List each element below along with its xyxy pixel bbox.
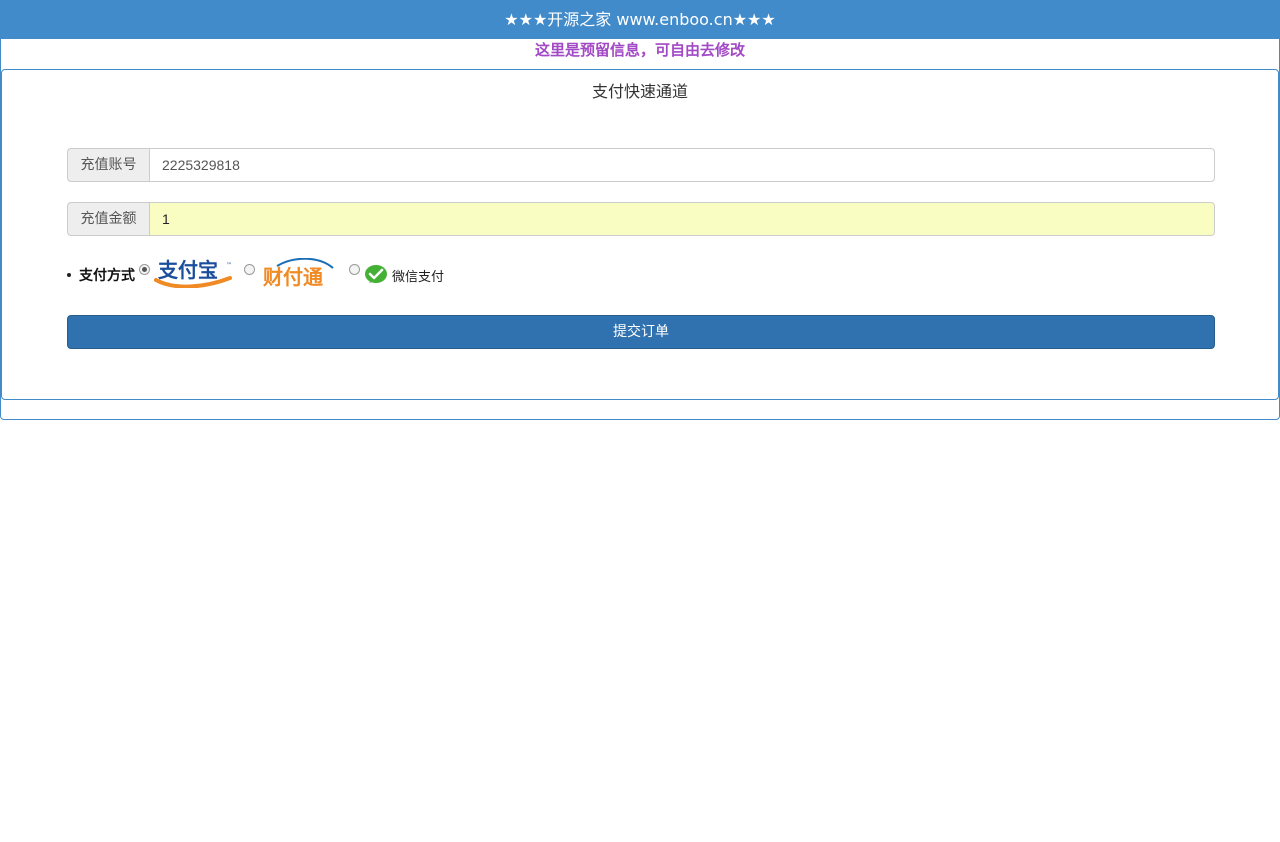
account-input[interactable] — [149, 148, 1215, 182]
alipay-logo[interactable]: 支付宝 ™ — [154, 258, 234, 292]
payment-method-label: 支付方式 — [79, 268, 135, 284]
svg-text:™: ™ — [226, 262, 232, 269]
tenpay-logo-icon: 财付通 — [263, 257, 334, 289]
wechat-pay-label: 微信支付 — [392, 269, 445, 285]
tenpay-logo-text: 财付通 — [263, 265, 323, 288]
wechat-pay-option[interactable]: 微信支付 — [364, 264, 444, 286]
account-label: 充值账号 — [67, 148, 149, 182]
alipay-radio[interactable] — [139, 264, 150, 275]
notice-message: 这里是预留信息，可自由去修改 — [534, 41, 745, 59]
tenpay-logo[interactable]: 财付通 — [259, 257, 339, 292]
account-input-group: 充值账号 — [67, 148, 1215, 182]
tenpay-radio[interactable] — [244, 264, 255, 275]
alipay-logo-icon: 支付宝 ™ — [154, 258, 232, 289]
amount-input[interactable] — [149, 202, 1215, 236]
amount-input-group: 充值金额 — [67, 202, 1215, 236]
list-bullet — [67, 273, 71, 277]
amount-label: 充值金额 — [67, 202, 149, 236]
wechat-pay-icon — [365, 265, 387, 283]
wechat-radio[interactable] — [349, 264, 360, 275]
alipay-logo-text: 支付宝 — [158, 258, 218, 282]
top-banner: ★★★开源之家 www.enboo.cn★★★ — [0, 0, 1280, 39]
panel-title: 支付快速通道 — [591, 82, 688, 101]
payment-panel: 支付快速通道 充值账号 充值金额 支付方式 支付宝 ™ 财付通 — [1, 69, 1279, 400]
submit-order-button[interactable]: 提交订单 — [67, 315, 1215, 349]
site-title: ★★★开源之家 www.enboo.cn★★★ — [504, 10, 776, 29]
payment-method-row: 支付方式 支付宝 ™ 财付通 微信支付 — [67, 257, 444, 292]
